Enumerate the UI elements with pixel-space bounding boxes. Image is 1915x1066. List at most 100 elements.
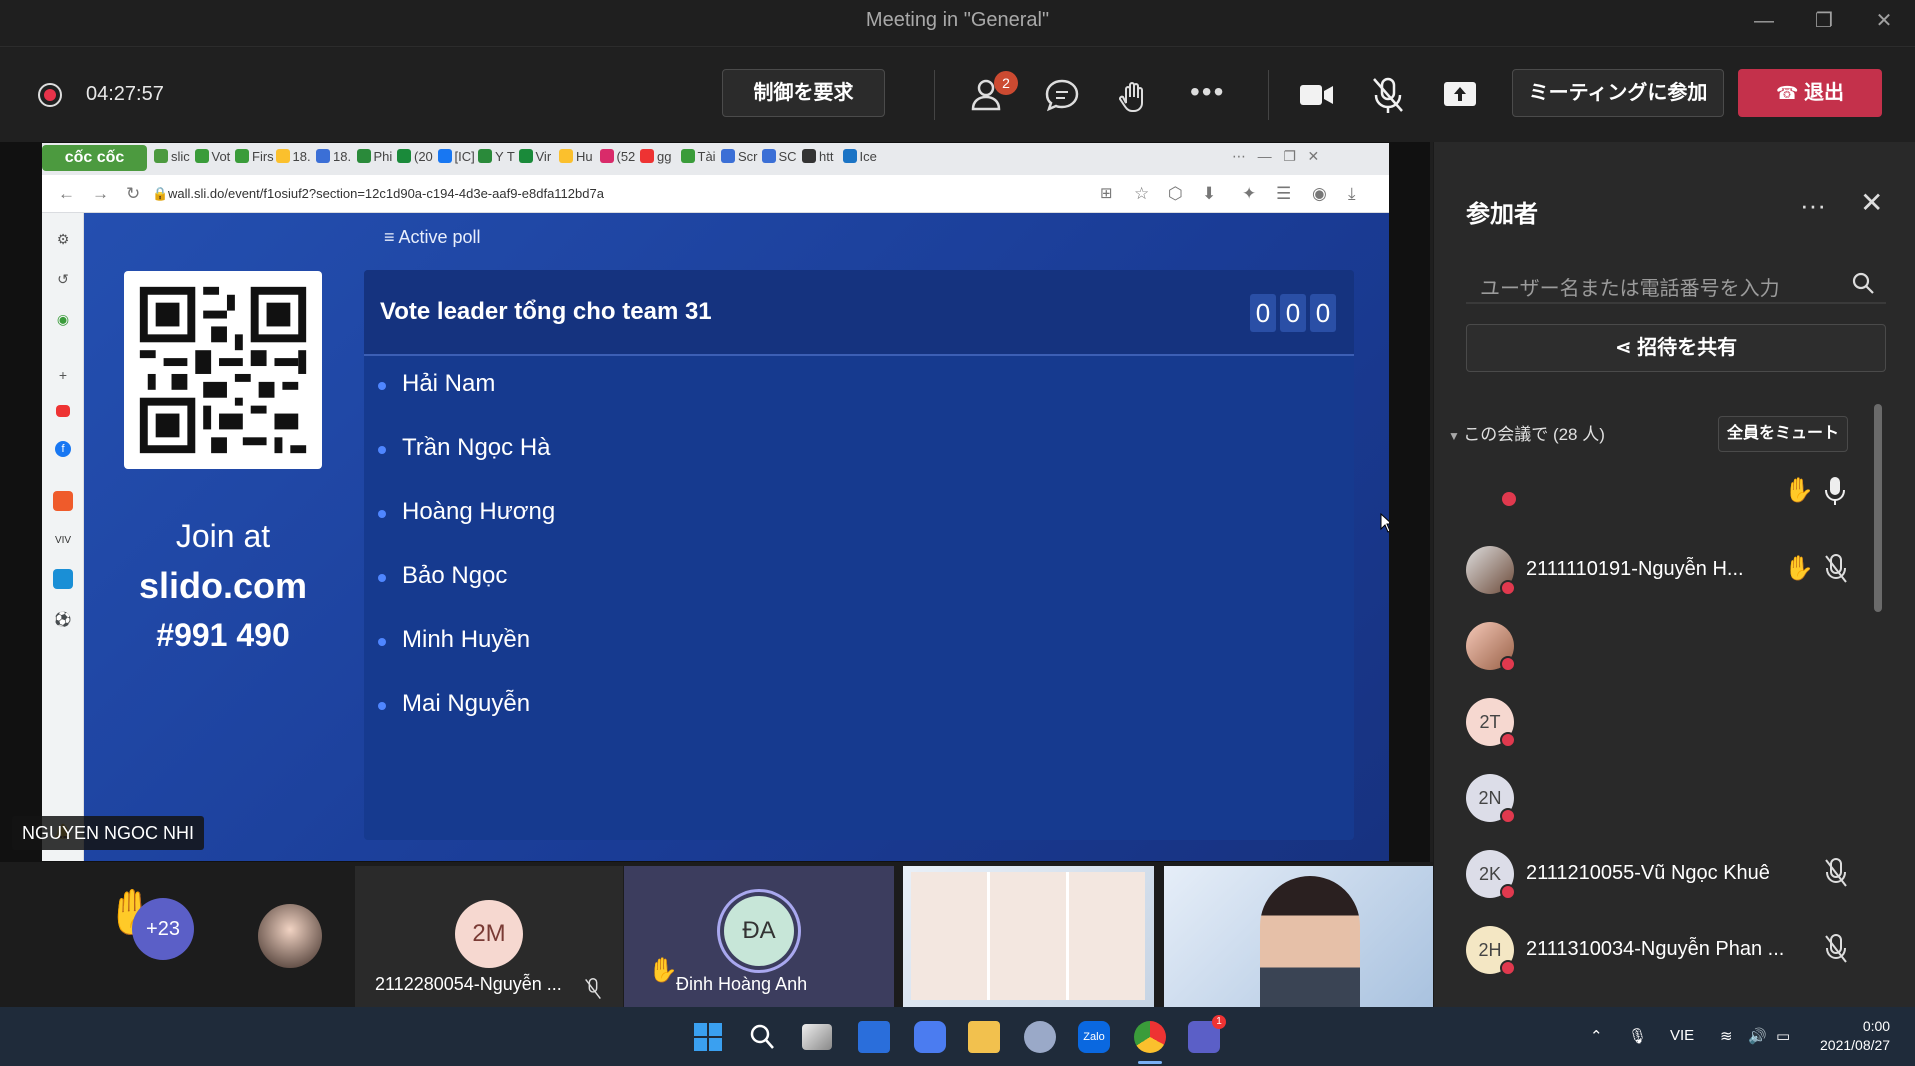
close-window-button[interactable]: ✕ [1862, 4, 1906, 38]
vtv-icon[interactable]: VIV [53, 531, 73, 551]
share-invite-button[interactable]: ⋖ 招待を共有 [1466, 324, 1886, 372]
downloads-icon[interactable]: ⤓ [1348, 184, 1356, 204]
wifi-icon[interactable]: ≋ [1720, 1027, 1733, 1045]
input-language[interactable]: VIE [1670, 1027, 1694, 1044]
chrome-icon[interactable] [1134, 1021, 1166, 1053]
browser-tab[interactable]: (20 [397, 149, 433, 169]
bookmark-star-icon[interactable]: ☆ [1134, 184, 1149, 204]
reading-list-icon[interactable]: ☰ [1276, 184, 1291, 204]
battery-icon[interactable]: ▭ [1776, 1027, 1790, 1045]
search-icon[interactable] [1850, 270, 1876, 296]
participant-search-input[interactable]: ユーザー名または電話番号を入力 [1466, 264, 1886, 304]
browser-tab[interactable]: 18. [275, 149, 311, 169]
tiki-icon[interactable] [53, 569, 73, 589]
minimize-button[interactable]: — [1742, 4, 1786, 38]
participant-row[interactable]: 2N [1466, 768, 1886, 828]
shop-icon[interactable] [53, 491, 73, 511]
reload-icon[interactable]: ↻ [126, 184, 140, 204]
zoom-icon[interactable] [914, 1021, 946, 1053]
browser-tab[interactable]: Hu [559, 149, 593, 169]
camera-icon[interactable] [1294, 73, 1338, 117]
browser-tab[interactable]: [IC] [437, 149, 475, 169]
browser-tab[interactable]: SC [761, 149, 797, 169]
participant-row[interactable]: 2K 2111210055-Vũ Ngọc Khuê [1466, 844, 1886, 904]
mic-muted-icon[interactable] [1366, 73, 1410, 117]
participant-video-tile[interactable] [1164, 866, 1433, 1007]
browser-tab[interactable]: slic [154, 149, 190, 169]
tab-label: [IC] [454, 149, 475, 164]
system-clock[interactable]: 0:00 2021/08/27 [1820, 1017, 1890, 1055]
browser-tab[interactable]: htt [802, 149, 833, 169]
join-meeting-button[interactable]: ミーティングに参加 [1512, 69, 1724, 117]
browser-tab[interactable]: gg [640, 149, 671, 169]
back-icon[interactable]: ← [58, 184, 75, 204]
task-view-icon[interactable] [802, 1024, 832, 1050]
widgets-icon[interactable] [858, 1021, 890, 1053]
participant-row[interactable]: 2H 2111310034-Nguyễn Phan ... [1466, 920, 1886, 980]
participant-row[interactable]: 2T [1466, 692, 1886, 752]
window-controls-icon[interactable]: ⋯ — ❐ ✕ [1232, 148, 1319, 165]
leave-button[interactable]: ☎ 退出 [1738, 69, 1882, 117]
maximize-button[interactable]: ❐ [1802, 4, 1846, 38]
teams-icon[interactable]: 1 [1188, 1015, 1226, 1053]
chat-icon[interactable] [1040, 73, 1084, 117]
share-icon: ⋖ [1614, 337, 1638, 359]
settings-icon[interactable]: ⚙ [53, 229, 73, 249]
participant-tile-2m[interactable]: 2M 2112280054-Nguyễn ... [355, 866, 623, 1007]
participant-name: 2111210055-Vũ Ngọc Khuê [1526, 862, 1770, 884]
app-icon[interactable] [1024, 1021, 1056, 1053]
download-box-icon[interactable]: ⬇ [1202, 184, 1216, 204]
extension-icon[interactable]: ⬡ [1168, 184, 1183, 204]
mute-all-button[interactable]: 全員をミュート [1718, 416, 1848, 452]
windows-start-icon[interactable] [692, 1021, 724, 1053]
facebook-icon[interactable]: f [55, 441, 71, 457]
qr-code [124, 271, 322, 469]
raised-hand-icon: ✋ [1784, 477, 1814, 504]
request-control-button[interactable]: 制御を要求 [722, 69, 885, 117]
participant-row[interactable]: ✋ [1466, 462, 1886, 522]
coccoc-logo[interactable]: cốc cốc [42, 145, 147, 171]
add-icon[interactable]: + [53, 365, 73, 385]
share-screen-icon[interactable] [1438, 73, 1482, 117]
participant-video-tile[interactable] [250, 866, 330, 1007]
forward-icon[interactable]: → [92, 184, 109, 204]
browser-tab[interactable]: (52 [599, 149, 635, 169]
youtube-icon[interactable] [56, 405, 70, 417]
soccer-icon[interactable]: ⚽ [53, 609, 73, 629]
browser-tab[interactable]: Scr [721, 149, 758, 169]
in-meeting-section[interactable]: ▼ この会議で (28 人) [1448, 420, 1605, 445]
browser-tab[interactable]: Vot [194, 149, 230, 169]
volume-icon[interactable]: 🔊 [1748, 1027, 1767, 1045]
teams-meeting-window: Meeting in "General" — ❐ ✕ 04:27:57 制御を要… [0, 0, 1915, 1066]
panel-close-icon[interactable]: ✕ [1860, 186, 1883, 219]
raised-hand-icon: ✋ [648, 957, 678, 984]
file-explorer-icon[interactable] [968, 1021, 1000, 1053]
participant-row[interactable]: 2111110191-Nguyễn H... ✋ [1466, 540, 1886, 600]
translate-icon[interactable]: ⊞ [1100, 184, 1113, 202]
panel-more-icon[interactable]: ··· [1800, 190, 1826, 221]
participant-row[interactable] [1466, 616, 1886, 676]
browser-tab[interactable]: Tài [680, 149, 716, 169]
tray-chevron-up-icon[interactable]: ⌃ [1590, 1027, 1603, 1045]
browser-tab[interactable]: 18. [316, 149, 351, 169]
more-options-icon[interactable]: ••• [1190, 76, 1225, 108]
browser-tab[interactable]: Y T [478, 149, 515, 169]
browser-tab[interactable]: Vir [518, 149, 551, 169]
puzzle-icon[interactable]: ✦ [1242, 184, 1256, 204]
url-field[interactable]: wall.sli.do/event/f1osiuf2?section=12c1d… [168, 186, 604, 201]
browser-tab[interactable]: Firs [235, 149, 274, 169]
tray-mic-icon[interactable]: 🎙 [1628, 1027, 1647, 1045]
vote-counter: 0 0 0 [1250, 294, 1336, 332]
browser-tab[interactable]: Phi [356, 149, 392, 169]
overflow-tile[interactable]: ✋ +23 [96, 866, 216, 1007]
profile-icon[interactable]: ◉ [1312, 184, 1327, 204]
participant-tile-da[interactable]: ĐA ✋ Đinh Hoàng Anh [624, 866, 894, 1007]
search-icon[interactable] [746, 1021, 778, 1053]
game-icon[interactable]: ◉ [53, 309, 73, 329]
browser-tab[interactable]: Ice [842, 149, 877, 169]
reactions-icon[interactable] [1112, 73, 1156, 117]
history-icon[interactable]: ↺ [53, 269, 73, 289]
participant-video-tile[interactable] [903, 866, 1154, 1007]
tab-favicon-icon [640, 149, 654, 163]
zalo-icon[interactable]: Zalo [1078, 1021, 1110, 1053]
